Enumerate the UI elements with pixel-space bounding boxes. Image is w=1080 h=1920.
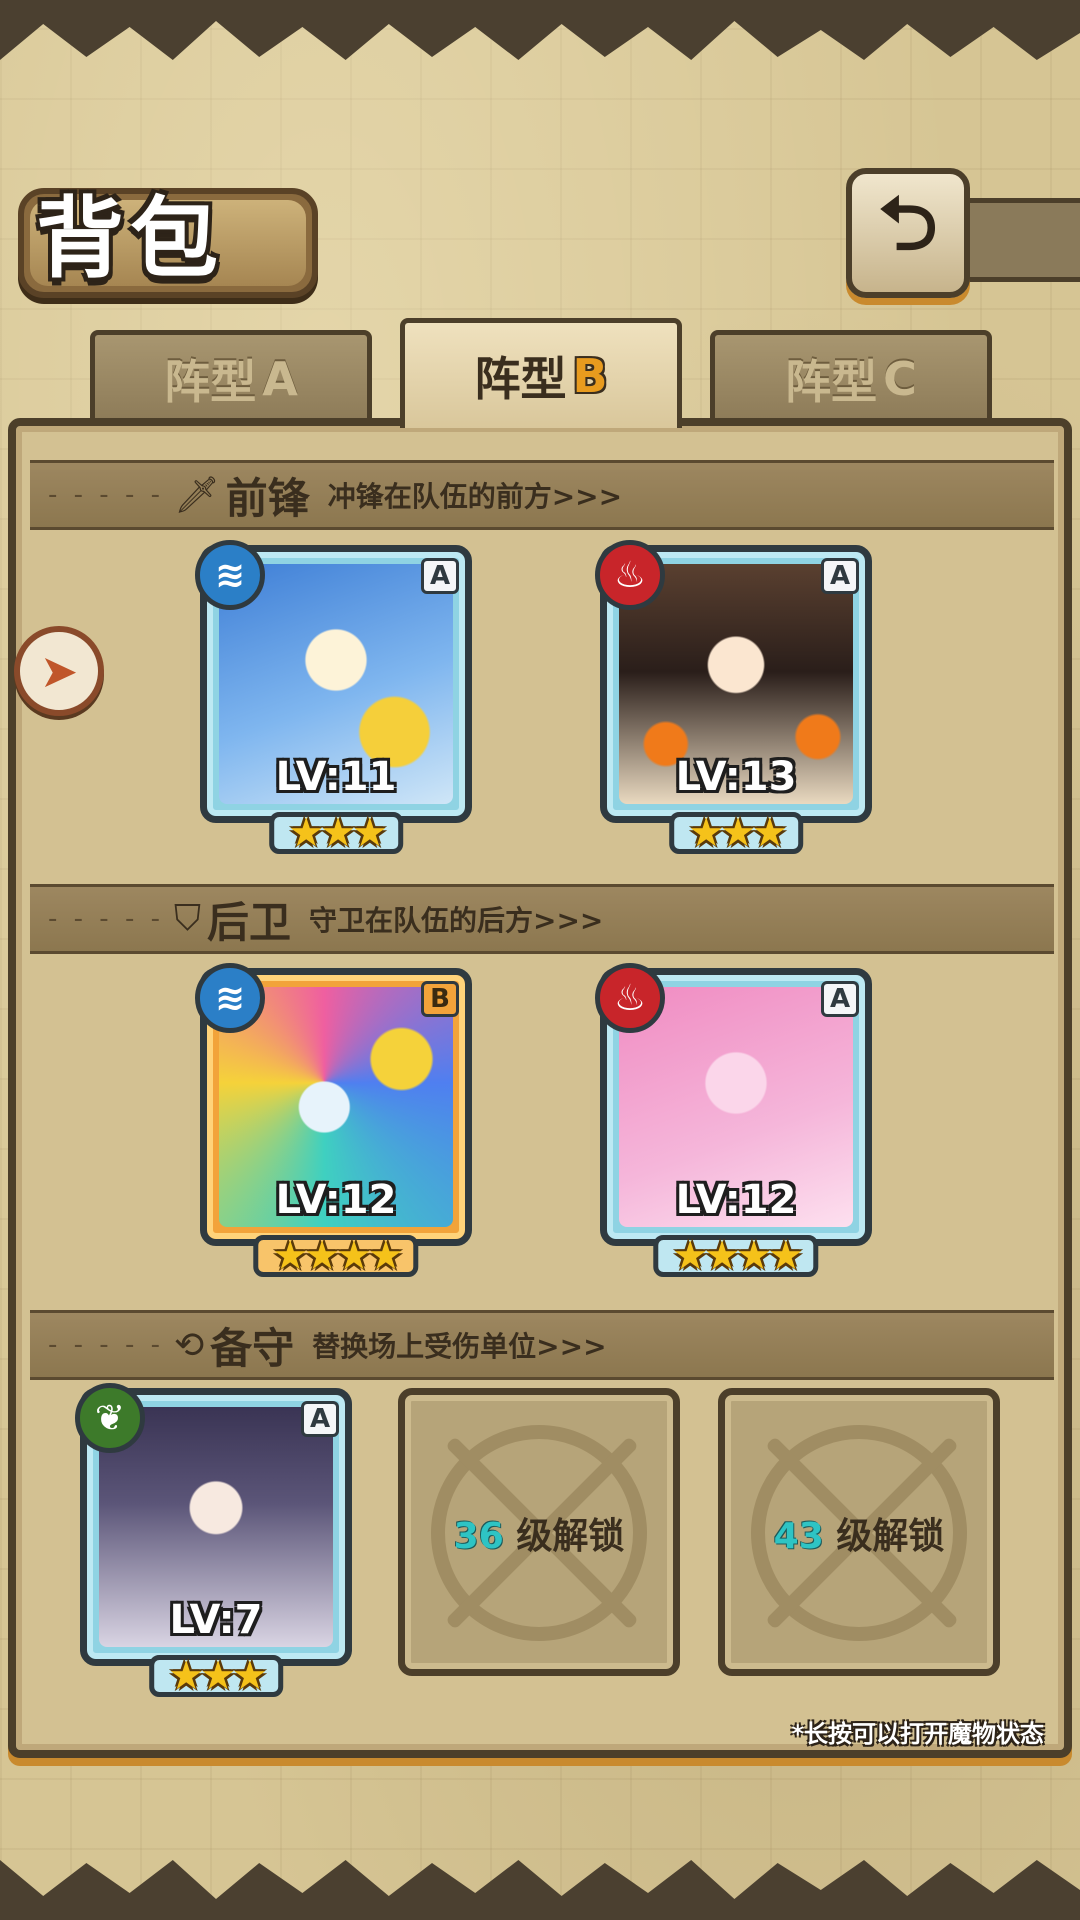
unlock-requirement: 43 级解锁 bbox=[725, 1507, 993, 1559]
fire-element-icon: ♨ bbox=[595, 540, 665, 610]
star-rating: ★★★ bbox=[149, 1653, 283, 1699]
star-rating: ★★★ bbox=[669, 810, 803, 856]
hint-text: *长按可以打开魔物状态 bbox=[791, 1720, 1044, 1748]
section-desc: 替换场上受伤单位>>> bbox=[312, 1330, 607, 1363]
section-name: 前锋 bbox=[225, 473, 310, 523]
tab-formation-b[interactable]: 阵型 B bbox=[400, 318, 682, 428]
level-label: LV:12 bbox=[675, 1177, 797, 1223]
monster-card[interactable]: A LV:13 ★★★ ♨ bbox=[595, 540, 872, 856]
tab-label: 阵型 bbox=[474, 351, 567, 406]
shield-icon: ⛉ bbox=[173, 898, 201, 939]
fire-element-icon: ♨ bbox=[595, 963, 665, 1033]
level-label: LV:12 bbox=[275, 1177, 397, 1223]
tab-letter: C bbox=[883, 351, 917, 406]
unlock-level: 36 bbox=[453, 1516, 504, 1557]
locked-slot[interactable]: 43 级解锁 bbox=[718, 1388, 1000, 1676]
star-rating: ★★★ bbox=[269, 810, 403, 856]
grade-badge: A bbox=[821, 558, 859, 594]
section-header-rear: - - - - - ⛉ 后卫 守卫在队伍的后方>>> bbox=[30, 884, 1054, 954]
grade-badge: B bbox=[421, 981, 459, 1017]
unlock-label: 级解锁 bbox=[836, 1516, 945, 1557]
section-desc: 冲锋在队伍的前方>>> bbox=[327, 480, 623, 513]
back-arrow-icon: ⮌ bbox=[878, 181, 938, 267]
tab-letter: B bbox=[572, 348, 608, 403]
star-rating: ★★★★ bbox=[253, 1233, 419, 1279]
section-name: 后卫 bbox=[206, 897, 291, 947]
arrow-right-icon: ➤ bbox=[39, 644, 79, 698]
water-element-icon: ≋ bbox=[195, 963, 265, 1033]
monster-card[interactable]: A LV:7 ★★★ ❦ bbox=[75, 1383, 352, 1699]
section-desc: 守卫在队伍的后方>>> bbox=[309, 904, 604, 937]
monster-card[interactable]: A LV:11 ★★★ ≋ bbox=[195, 540, 472, 856]
monster-card[interactable]: A LV:12 ★★★★ ♨ bbox=[595, 963, 872, 1279]
level-label: LV:13 bbox=[675, 754, 797, 800]
unlock-requirement: 36 级解锁 bbox=[405, 1507, 673, 1559]
level-label: LV:7 bbox=[169, 1597, 263, 1643]
unlock-level: 43 bbox=[773, 1516, 824, 1557]
locked-slot[interactable]: 36 级解锁 bbox=[398, 1388, 680, 1676]
grade-badge: A bbox=[821, 981, 859, 1017]
back-button[interactable]: ⮌ bbox=[846, 168, 970, 298]
leaf-element-icon: ❦ bbox=[75, 1383, 145, 1453]
tab-letter: A bbox=[262, 351, 298, 406]
level-label: LV:11 bbox=[275, 754, 397, 800]
unlock-label: 级解锁 bbox=[516, 1516, 625, 1557]
tab-label: 阵型 bbox=[164, 354, 257, 409]
section-header-reserve: - - - - - ⟲ 备守 替换场上受伤单位>>> bbox=[30, 1310, 1054, 1380]
star-rating: ★★★★ bbox=[653, 1233, 819, 1279]
section-header-front: - - - - - 🗡 前锋 冲锋在队伍的前方>>> bbox=[30, 460, 1054, 530]
section-name: 备守 bbox=[210, 1323, 295, 1373]
water-element-icon: ≋ bbox=[195, 540, 265, 610]
tab-formation-c[interactable]: 阵型 C bbox=[710, 330, 992, 422]
grade-badge: A bbox=[421, 558, 459, 594]
sword-icon: 🗡 bbox=[173, 475, 220, 516]
expand-side-button[interactable]: ➤ bbox=[14, 626, 104, 716]
monster-card[interactable]: B LV:12 ★★★★ ≋ bbox=[195, 963, 472, 1279]
page-title: 背包 bbox=[36, 187, 225, 290]
tab-label: 阵型 bbox=[785, 354, 878, 409]
tab-formation-a[interactable]: 阵型 A bbox=[90, 330, 372, 422]
grade-badge: A bbox=[301, 1401, 339, 1437]
swap-icon: ⟲ bbox=[173, 1324, 205, 1366]
